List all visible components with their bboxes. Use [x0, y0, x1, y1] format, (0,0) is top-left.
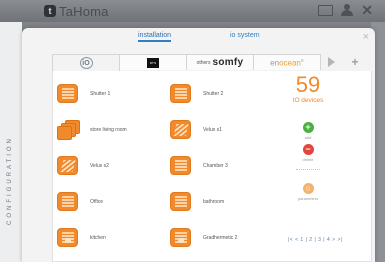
device-label: Velux s2: [90, 162, 109, 169]
device-count-label: IO devices: [292, 97, 324, 104]
device-label: Velux s1: [203, 126, 222, 133]
tab-rts[interactable]: RTS: [119, 54, 187, 70]
top-bar: t TaHoma ✕: [0, 0, 385, 22]
logo-icon: t: [44, 5, 56, 17]
add-label: add: [304, 135, 312, 140]
next-arrow-icon: [327, 56, 335, 67]
protocol-tabs: iO RTS others somfy enocean® +: [52, 54, 368, 71]
device-label: bathroom: [203, 198, 225, 205]
parameters-button[interactable]: ○ parameters: [283, 183, 333, 201]
shutter-icon: [57, 192, 78, 211]
device-count: 59 IO devices: [283, 72, 333, 105]
user-icon[interactable]: [341, 4, 354, 16]
device-label: Chamber 3: [203, 162, 228, 169]
parameters-label: parameters: [297, 196, 319, 201]
shutter-icon: [170, 192, 191, 211]
separator: [296, 169, 320, 170]
delete-icon: −: [302, 144, 314, 155]
device-label: Shutter 2: [203, 90, 224, 97]
parameters-icon: ○: [302, 183, 314, 194]
device-item[interactable]: Velux s2: [57, 156, 109, 175]
screen-icon: [170, 228, 191, 247]
device-label: store living room: [90, 126, 127, 133]
plus-icon: +: [351, 54, 359, 69]
group-icon: [57, 120, 80, 140]
device-item[interactable]: Gradhermetic 2: [170, 228, 237, 247]
screen-icon: [57, 228, 78, 247]
velux-icon: [57, 156, 78, 175]
shutter-icon: [170, 84, 191, 103]
io-logo-icon: iO: [79, 57, 93, 69]
shutter-icon: [57, 84, 78, 103]
app-name: TaHoma: [59, 3, 109, 19]
tab-enocean[interactable]: enocean®: [253, 54, 321, 70]
device-label: Gradhermetic 2: [203, 234, 238, 241]
mail-icon[interactable]: [318, 4, 334, 16]
add-button[interactable]: + add: [283, 122, 333, 140]
tab-installation[interactable]: installation: [138, 32, 172, 42]
device-item[interactable]: Shutter 2: [170, 84, 223, 103]
device-label: Shutter 1: [90, 90, 111, 97]
device-label: kitchen: [90, 234, 106, 241]
device-item[interactable]: Chamber 3: [170, 156, 228, 175]
somfy-logo: somfy: [212, 57, 244, 68]
tab-io-system[interactable]: io system: [230, 32, 260, 39]
device-item[interactable]: Shutter 1: [57, 84, 110, 103]
delete-label: delete: [302, 157, 314, 162]
tab-somfy[interactable]: others somfy: [186, 54, 254, 70]
velux-icon: [170, 120, 191, 139]
device-count-number: 59: [295, 72, 321, 97]
dialog-tabs: installation io system: [22, 32, 375, 48]
somfy-others-text: others: [196, 59, 211, 66]
shutter-icon: [170, 156, 191, 175]
tahoma-logo[interactable]: t TaHoma: [44, 3, 109, 19]
installation-dialog: × installation io system iO RTS others s…: [22, 28, 375, 262]
configuration-label: CONFIGURATION: [7, 136, 13, 225]
tools-icon[interactable]: ✕: [361, 3, 373, 17]
tab-next[interactable]: [320, 54, 342, 69]
enocean-logo: enocean®: [270, 57, 304, 68]
top-icons: ✕: [318, 3, 373, 17]
rts-logo-icon: RTS: [147, 57, 159, 68]
device-item[interactable]: bathroom: [170, 192, 224, 211]
delete-button[interactable]: − delete: [283, 144, 333, 162]
device-item[interactable]: Velux s1: [170, 120, 222, 139]
tab-io[interactable]: iO: [52, 54, 120, 71]
device-item[interactable]: kitchen: [57, 228, 106, 247]
tab-add[interactable]: +: [344, 54, 366, 69]
add-icon: +: [302, 122, 314, 133]
device-label: Office: [90, 198, 103, 205]
device-item[interactable]: Office: [57, 192, 103, 211]
pagination[interactable]: |< < 1 | 2 | 3 | 4 > >|: [288, 237, 343, 243]
device-item[interactable]: store living room: [57, 120, 127, 140]
